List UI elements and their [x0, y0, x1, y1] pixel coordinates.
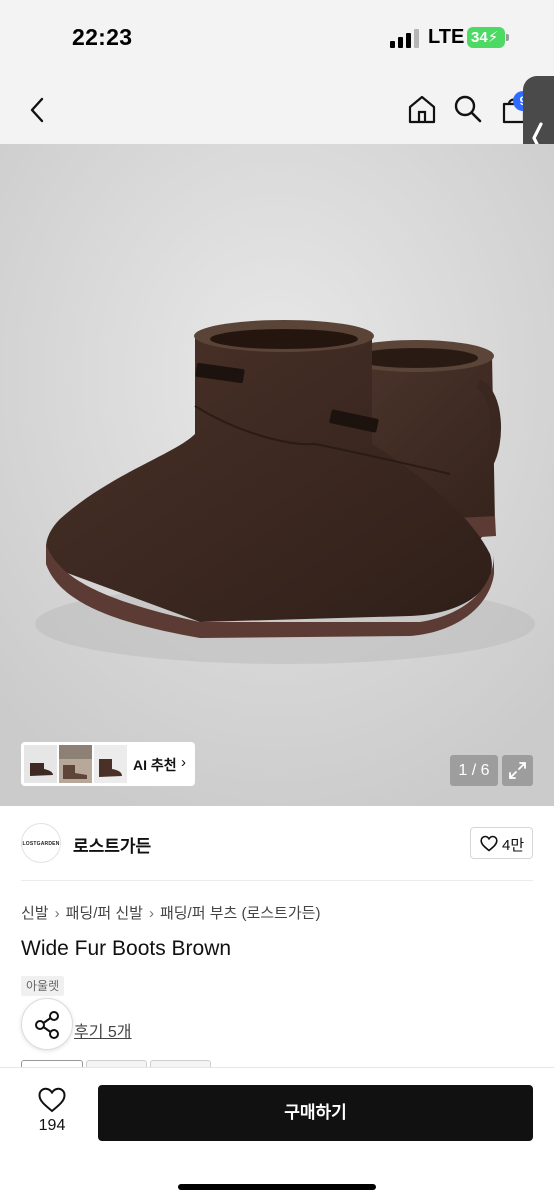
- search-icon[interactable]: [452, 93, 484, 125]
- breadcrumb-separator: ›: [148, 905, 154, 922]
- image-page-counter: 1 / 6: [450, 755, 498, 786]
- seller-name[interactable]: 로스트가든: [73, 832, 151, 857]
- bottom-action-bar: 194 구매하기: [0, 1067, 554, 1200]
- breadcrumb-item[interactable]: 패딩/퍼 신발: [66, 905, 143, 922]
- breadcrumb-separator: ›: [54, 905, 60, 922]
- breadcrumb-item[interactable]: 패딩/퍼 부츠 (로스트가든): [160, 905, 321, 922]
- seller-logo[interactable]: LOSTGARDEN: [21, 823, 61, 863]
- buy-button[interactable]: 구매하기: [98, 1085, 533, 1141]
- share-button[interactable]: [21, 998, 73, 1050]
- heart-icon: [480, 835, 498, 852]
- home-indicator: [178, 1184, 376, 1190]
- breadcrumb-item[interactable]: 신발: [21, 905, 49, 922]
- thumbnail-1[interactable]: [24, 745, 57, 783]
- ai-recommend-strip[interactable]: AI 추천 ›: [21, 742, 195, 786]
- expand-icon: [509, 762, 526, 779]
- seller-row[interactable]: LOSTGARDEN 로스트가든 4만: [0, 806, 554, 880]
- store-like-count: 4만: [502, 837, 525, 854]
- battery-icon: 34⚡: [467, 27, 509, 48]
- store-like-button[interactable]: 4만: [470, 827, 533, 859]
- back-icon[interactable]: [22, 94, 54, 126]
- nav-bar: [0, 76, 554, 144]
- ai-recommend-label[interactable]: AI 추천: [133, 755, 177, 775]
- review-link[interactable]: 후기 5개: [74, 1018, 132, 1042]
- heart-icon[interactable]: [38, 1087, 66, 1113]
- divider: [21, 880, 533, 881]
- status-bar: 22:23 LTE 34⚡: [0, 0, 554, 76]
- status-time: 22:23: [72, 24, 133, 50]
- product-photo: [0, 144, 554, 806]
- signal-icon: [390, 29, 419, 48]
- battery-tip: [506, 34, 509, 41]
- wish-count: 194: [38, 1117, 66, 1134]
- battery-text: 34: [471, 29, 488, 46]
- thumbnail-3[interactable]: [94, 745, 127, 783]
- product-title: Wide Fur Boots Brown: [21, 937, 232, 960]
- battery-level: 34⚡: [467, 27, 505, 48]
- network-label: LTE: [428, 26, 465, 48]
- chevron-right-icon: ›: [181, 754, 186, 771]
- expand-button[interactable]: [502, 755, 533, 786]
- product-image-gallery[interactable]: AI 추천 › 1 / 6: [0, 144, 554, 806]
- breadcrumb: 신발 › 패딩/퍼 신발 › 패딩/퍼 부츠 (로스트가든): [21, 902, 320, 923]
- thumbnail-2[interactable]: [59, 745, 92, 783]
- outlet-tag: 아울렛: [21, 976, 65, 996]
- share-icon: [35, 1011, 59, 1039]
- home-icon[interactable]: [406, 93, 438, 125]
